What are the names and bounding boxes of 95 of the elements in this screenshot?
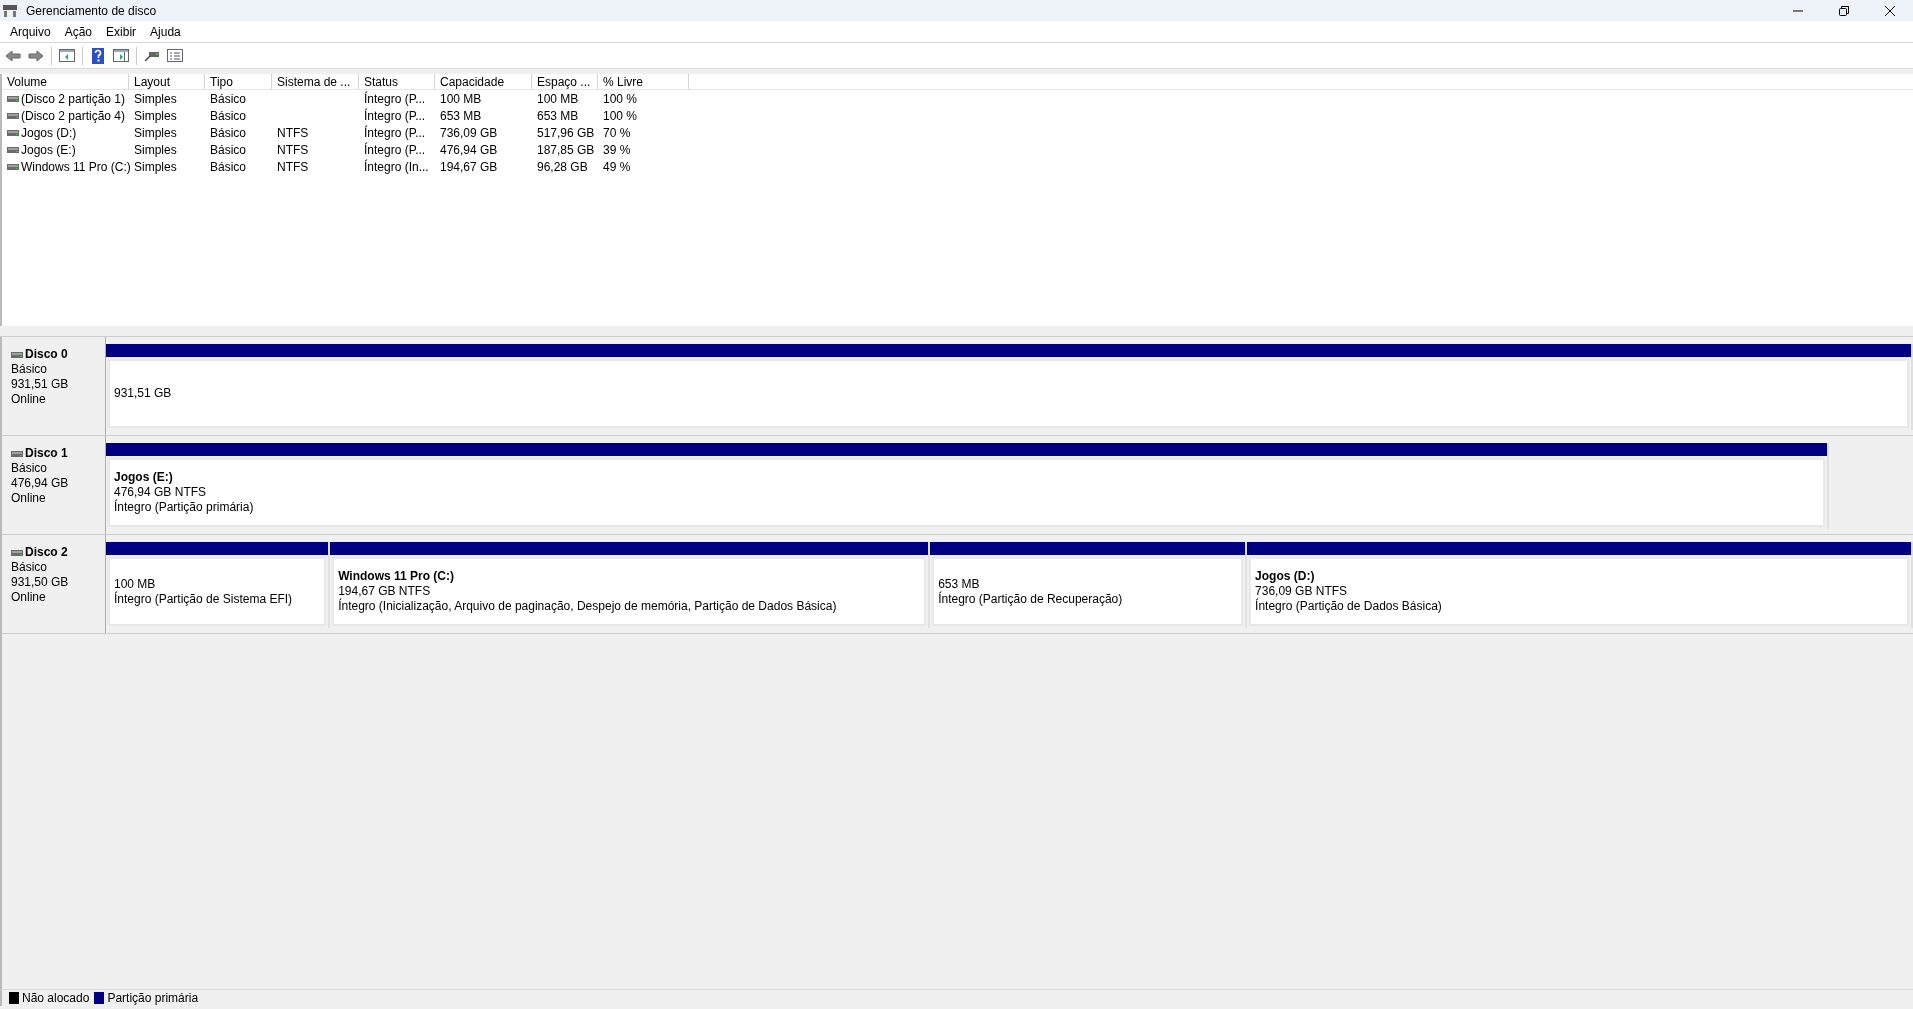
- drive-icon: [7, 112, 19, 119]
- table-cell-text: Básico: [210, 124, 247, 142]
- restore-icon: [1839, 5, 1849, 16]
- table-cell-text: 194,67 GB: [440, 158, 498, 176]
- menu-item[interactable]: Ajuda: [143, 21, 188, 42]
- volume-row[interactable]: Windows 11 Pro (C:) Simples Básico NTFS Íntegro (In... 194,67 GB 96,28 GB 49 %: [2, 158, 1913, 175]
- table-cell-text: 100 %: [603, 90, 638, 108]
- menu-item[interactable]: Arquivo: [3, 21, 58, 42]
- disk-name: Disco 0: [25, 347, 68, 362]
- table-cell-text: Íntegro (P...: [364, 124, 426, 142]
- drive-icon: [7, 95, 19, 102]
- table-cell-text: NTFS: [277, 124, 309, 142]
- menu-item[interactable]: Ação: [57, 21, 100, 42]
- partition-size: 194,67 GB NTFS: [338, 584, 432, 598]
- column-header[interactable]: Capacidade: [435, 74, 532, 89]
- table-cell-text: Simples: [134, 90, 177, 108]
- table-cell-text: NTFS: [277, 141, 309, 159]
- disk-type: Básico: [11, 461, 49, 476]
- partition-title: Jogos (E:): [114, 470, 174, 485]
- table-cell-text: 653 MB: [537, 107, 579, 125]
- table-cell-text: Jogos (D:): [21, 124, 77, 142]
- table-cell-text: 653 MB: [440, 107, 482, 125]
- table-cell-text: 100 %: [603, 107, 638, 125]
- table-cell-text: Windows 11 Pro (C:): [21, 158, 131, 176]
- table-cell-text: 476,94 GB: [440, 141, 498, 159]
- table-cell-text: 49 %: [603, 158, 631, 176]
- disk-status: Online: [11, 392, 47, 407]
- window-title: Gerenciamento de disco: [26, 2, 157, 20]
- partition-status: Íntegro (Partição de Sistema EFI): [114, 591, 294, 607]
- table-cell-text: 70 %: [603, 124, 631, 142]
- table-cell-text: Básico: [210, 107, 247, 125]
- app-icon: [3, 4, 17, 17]
- table-cell-text: Simples: [134, 107, 177, 125]
- partition-size: 100 MB: [114, 576, 157, 591]
- table-cell-text: Íntegro (P...: [364, 141, 426, 159]
- close-icon: [1885, 5, 1895, 16]
- partition-size: 653 MB: [938, 576, 981, 591]
- table-cell-text: (Disco 2 partição 1): [21, 90, 126, 108]
- table-cell-text: Simples: [134, 141, 177, 159]
- partition-status: Íntegro (Partição primária): [114, 500, 255, 515]
- partition-status: Íntegro (Partição de Dados Básica): [1255, 599, 1443, 614]
- table-cell-text: 736,09 GB: [440, 124, 498, 142]
- table-cell-text: 39 %: [603, 141, 631, 159]
- partition-size: 931,51 GB: [114, 386, 173, 401]
- disk-status: Online: [11, 491, 47, 506]
- disk-size: 931,50 GB: [11, 575, 70, 590]
- table-cell-text: (Disco 2 partição 4): [21, 107, 126, 125]
- table-cell-text: 100 MB: [440, 90, 482, 108]
- drive-icon: [7, 129, 19, 136]
- disk-name: Disco 1: [25, 446, 68, 461]
- volume-row[interactable]: Jogos (D:) Simples Básico NTFS Íntegro (P... 736,09 GB 517,96 GB 70 %: [2, 124, 1913, 141]
- table-cell-text: Íntegro (P...: [364, 90, 426, 108]
- disk-size: 476,94 GB: [11, 476, 70, 491]
- table-cell-text: Básico: [210, 90, 247, 108]
- disk-name: Disco 2: [25, 545, 68, 560]
- column-header[interactable]: Espaço ...: [532, 74, 598, 89]
- partition-size: 476,94 GB NTFS: [114, 485, 208, 499]
- partition-size: 736,09 GB NTFS: [1255, 584, 1349, 598]
- table-cell-text: Básico: [210, 158, 247, 176]
- legend-label: Partição primária: [107, 990, 199, 1007]
- drive-icon: [7, 163, 19, 170]
- drive-icon: [11, 450, 23, 457]
- table-cell-text: 100 MB: [537, 90, 579, 108]
- table-cell-text: 517,96 GB: [537, 124, 595, 142]
- legend-label: Não alocado: [22, 990, 90, 1007]
- partition-status: Íntegro (Partição de Recuperação): [938, 591, 1124, 607]
- table-cell-text: Básico: [210, 141, 247, 159]
- drive-icon: [7, 146, 19, 153]
- column-header[interactable]: Volume: [2, 74, 129, 89]
- table-cell-text: Íntegro (P...: [364, 107, 426, 125]
- drive-icon: [11, 351, 23, 358]
- table-cell-text: 187,85 GB: [537, 141, 595, 159]
- disk-type: Básico: [11, 560, 49, 575]
- table-cell-text: NTFS: [277, 158, 309, 176]
- column-header[interactable]: Sistema de ...: [272, 74, 359, 89]
- column-header[interactable]: % Livre: [598, 74, 689, 89]
- disk-type: Básico: [11, 362, 49, 377]
- partition-status: Íntegro (Inicialização, Arquivo de paginação, Despejo de memória, Partição de Dados Básica): [338, 599, 838, 614]
- volume-row[interactable]: (Disco 2 partição 4) Simples Básico Íntegro (P... 653 MB 653 MB 100 %: [2, 107, 1913, 124]
- disk-size: 931,51 GB: [11, 377, 70, 392]
- table-cell-text: Simples: [134, 158, 177, 176]
- table-cell-text: Jogos (E:): [21, 141, 76, 159]
- table-cell-text: 96,28 GB: [537, 158, 588, 176]
- table-cell-text: Simples: [134, 124, 177, 142]
- partition-title: Jogos (D:): [1255, 569, 1316, 584]
- table-cell-text: Íntegro (In...: [364, 158, 429, 176]
- column-header[interactable]: Status: [359, 74, 435, 89]
- drive-icon: [11, 549, 23, 556]
- disk-status: Online: [11, 590, 47, 605]
- volume-row[interactable]: (Disco 2 partição 1) Simples Básico Íntegro (P... 100 MB 100 MB 100 %: [2, 90, 1913, 107]
- column-header[interactable]: Tipo: [205, 74, 272, 89]
- volume-row[interactable]: Jogos (E:) Simples Básico NTFS Íntegro (P... 476,94 GB 187,85 GB 39 %: [2, 141, 1913, 158]
- menu-item[interactable]: Exibir: [99, 21, 144, 42]
- column-header[interactable]: Layout: [129, 74, 205, 89]
- partition-title: Windows 11 Pro (C:): [338, 569, 456, 584]
